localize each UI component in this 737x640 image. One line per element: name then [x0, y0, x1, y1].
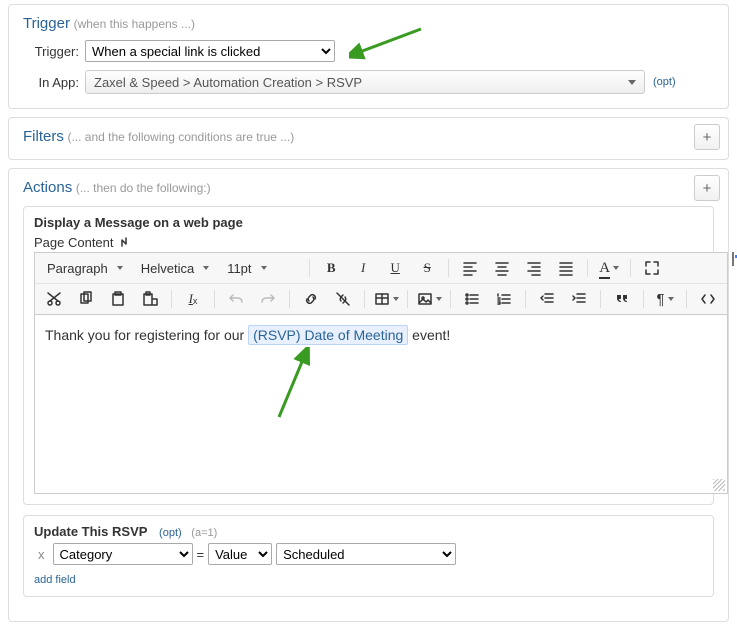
trigger-label: Trigger: — [23, 44, 79, 59]
in-app-value: Zaxel & Speed > Automation Creation > RS… — [94, 75, 362, 90]
align-justify-button[interactable] — [553, 257, 579, 279]
value-type-select[interactable]: Value — [208, 543, 272, 565]
chevron-down-icon — [117, 266, 123, 270]
copy-button[interactable] — [73, 288, 99, 310]
anchor-icon — [118, 234, 134, 250]
italic-button[interactable]: I — [350, 257, 376, 279]
chevron-down-icon — [613, 266, 619, 270]
align-right-button[interactable] — [521, 257, 547, 279]
chevron-down-icon — [261, 266, 267, 270]
align-center-button[interactable] — [489, 257, 515, 279]
editor-body[interactable]: Thank you for registering for our (RSVP)… — [34, 314, 728, 494]
unlink-button[interactable] — [330, 288, 356, 310]
in-app-label: In App: — [23, 75, 79, 90]
filters-subtitle: (... and the following conditions are tr… — [67, 130, 294, 144]
strike-button[interactable]: S — [414, 257, 440, 279]
update-rsvp-block: Update This RSVP (opt) (a=1) x Category … — [23, 515, 714, 597]
fullscreen-button[interactable] — [639, 257, 665, 279]
field-picker-icon[interactable] — [732, 252, 734, 266]
chevron-down-icon — [203, 266, 209, 270]
update-rsvp-title: Update This RSVP — [34, 524, 147, 539]
paste-button[interactable] — [105, 288, 131, 310]
image-button[interactable] — [416, 288, 442, 310]
actions-panel: Actions (... then do the following:) + D… — [8, 168, 729, 622]
redo-button[interactable] — [255, 288, 281, 310]
page-content-label: Page Content — [34, 235, 114, 250]
equals-label: = — [197, 547, 205, 562]
table-button[interactable] — [373, 288, 399, 310]
chevron-down-icon — [393, 297, 399, 301]
editor-toolbar: Paragraph Helvetica 11pt B I U S — [34, 252, 728, 314]
a1-label: (a=1) — [191, 527, 217, 539]
font-size-select[interactable]: 11pt — [221, 257, 301, 279]
indent-button[interactable] — [566, 288, 592, 310]
value-select[interactable]: Scheduled — [276, 543, 456, 565]
number-list-button[interactable] — [491, 288, 517, 310]
add-action-button[interactable]: + — [694, 175, 720, 201]
trigger-subtitle: (when this happens ...) — [74, 17, 195, 31]
trigger-select[interactable]: When a special link is clicked — [85, 40, 335, 62]
opt-link[interactable]: (opt) — [159, 527, 182, 539]
chevron-down-icon — [436, 297, 442, 301]
link-button[interactable] — [298, 288, 324, 310]
paste-text-button[interactable] — [137, 288, 163, 310]
actions-subtitle: (... then do the following:) — [76, 181, 211, 195]
actions-title: Actions — [23, 179, 72, 196]
outdent-button[interactable] — [534, 288, 560, 310]
paragraph-select[interactable]: Paragraph — [41, 257, 129, 279]
bold-button[interactable]: B — [318, 257, 344, 279]
pilcrow-button[interactable]: ¶ — [652, 288, 678, 310]
blockquote-button[interactable] — [609, 288, 635, 310]
bullet-list-button[interactable] — [459, 288, 485, 310]
chevron-down-icon — [668, 297, 674, 301]
filters-panel: Filters (... and the following condition… — [8, 117, 729, 160]
display-message-title: Display a Message on a web page — [34, 215, 703, 230]
trigger-title: Trigger — [23, 15, 70, 32]
align-left-button[interactable] — [457, 257, 483, 279]
body-post: event! — [412, 327, 450, 343]
add-filter-button[interactable]: + — [694, 124, 720, 150]
filters-title: Filters — [23, 128, 64, 145]
in-app-select[interactable]: Zaxel & Speed > Automation Creation > RS… — [85, 70, 645, 94]
font-family-select[interactable]: Helvetica — [135, 257, 215, 279]
undo-button[interactable] — [223, 288, 249, 310]
chevron-down-icon — [628, 80, 636, 85]
add-field-link[interactable]: add field — [34, 574, 76, 586]
field-name-select[interactable]: Category — [53, 543, 193, 565]
clear-format-button[interactable]: Ix — [180, 288, 206, 310]
merge-token[interactable]: (RSVP) Date of Meeting — [248, 325, 408, 345]
trigger-panel: Trigger (when this happens ...) Trigger:… — [8, 4, 729, 109]
resize-handle[interactable] — [713, 479, 725, 491]
opt-link[interactable]: (opt) — [653, 76, 676, 88]
remove-field-button[interactable]: x — [34, 547, 49, 562]
body-pre: Thank you for registering for our — [45, 327, 248, 343]
underline-button[interactable]: U — [382, 257, 408, 279]
text-color-button[interactable]: A — [596, 257, 622, 279]
source-button[interactable] — [695, 288, 721, 310]
cut-button[interactable] — [41, 288, 67, 310]
display-message-block: Display a Message on a web page Page Con… — [23, 206, 714, 505]
